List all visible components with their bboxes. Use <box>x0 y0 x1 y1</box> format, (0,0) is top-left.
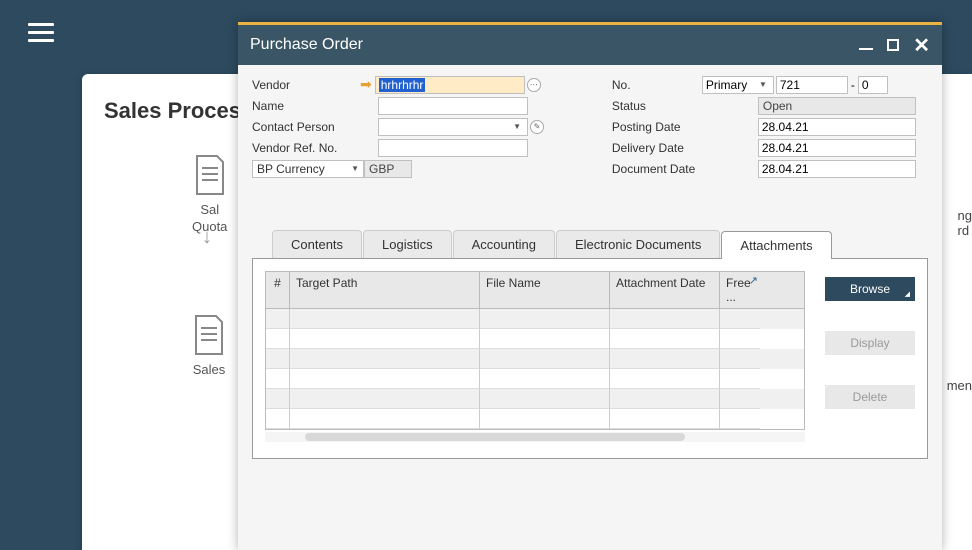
col-free-text[interactable]: Free ...↗ <box>720 272 760 308</box>
hamburger-menu[interactable] <box>28 18 54 47</box>
currency-type-select[interactable]: BP Currency <box>252 160 364 178</box>
page-title: Sales Process <box>104 98 253 124</box>
attachments-table[interactable]: # Target Path File Name Attachment Date … <box>265 271 805 430</box>
table-row[interactable] <box>266 349 804 369</box>
expand-icon[interactable]: ↗ <box>749 274 758 287</box>
lookup-icon[interactable]: ⋯ <box>527 78 541 92</box>
col-attachment-date[interactable]: Attachment Date <box>610 272 720 308</box>
tab-logistics[interactable]: Logistics <box>363 230 452 258</box>
close-button[interactable]: ✕ <box>913 33 930 58</box>
tab-attachments[interactable]: Attachments <box>721 231 831 259</box>
currency-value: GBP <box>364 160 412 178</box>
tab-contents[interactable]: Contents <box>272 230 362 258</box>
document-date-input[interactable] <box>758 160 916 178</box>
table-row[interactable] <box>266 389 804 409</box>
vendor-ref-input[interactable] <box>378 139 528 157</box>
attachments-panel: # Target Path File Name Attachment Date … <box>252 259 928 459</box>
table-row[interactable] <box>266 329 804 349</box>
display-button: Display <box>825 331 915 355</box>
purchase-order-window: Purchase Order ✕ Vendor ➡ hrhrhrhr ⋯ Nam… <box>238 22 942 550</box>
tab-accounting[interactable]: Accounting <box>453 230 555 258</box>
document-icon <box>193 154 227 196</box>
no-label: No. <box>612 78 702 92</box>
posting-date-label: Posting Date <box>612 120 758 134</box>
table-row[interactable] <box>266 369 804 389</box>
delivery-date-input[interactable] <box>758 139 916 157</box>
delivery-date-label: Delivery Date <box>612 141 758 155</box>
no-input[interactable] <box>776 76 848 94</box>
contact-label: Contact Person <box>252 120 360 134</box>
edit-icon[interactable]: ✎ <box>530 120 544 134</box>
form-area: Vendor ➡ hrhrhrhr ⋯ Name Contact Person … <box>238 65 942 190</box>
sales-quotation-tile[interactable]: SalQuota <box>192 154 227 236</box>
no-suffix-input[interactable] <box>858 76 888 94</box>
status-value: Open <box>758 97 916 115</box>
name-input[interactable] <box>378 97 528 115</box>
horizontal-scrollbar[interactable] <box>265 432 805 442</box>
vendor-ref-label: Vendor Ref. No. <box>252 141 360 155</box>
vendor-label: Vendor <box>252 78 360 92</box>
window-title: Purchase Order <box>250 36 859 54</box>
partial-text: men <box>947 378 972 393</box>
browse-button[interactable]: Browse <box>825 277 915 301</box>
table-row[interactable] <box>266 409 804 429</box>
col-file-name[interactable]: File Name <box>480 272 610 308</box>
no-type-select[interactable]: Primary▼ <box>702 76 774 94</box>
contact-select[interactable]: ▼ <box>378 118 528 136</box>
sales-tile[interactable]: Sales <box>192 314 226 379</box>
table-header: # Target Path File Name Attachment Date … <box>266 272 804 309</box>
col-target-path[interactable]: Target Path <box>290 272 480 308</box>
name-label: Name <box>252 99 360 113</box>
flow-arrow-icon: ↓ <box>202 226 212 249</box>
document-icon <box>192 314 226 356</box>
delete-button: Delete <box>825 385 915 409</box>
partial-text: ngrd <box>958 208 972 238</box>
tile-label: Sales <box>192 362 226 379</box>
link-arrow-icon[interactable]: ➡ <box>360 76 372 93</box>
posting-date-input[interactable] <box>758 118 916 136</box>
minimize-button[interactable] <box>859 40 873 50</box>
tabstrip: Contents Logistics Accounting Electronic… <box>252 230 928 259</box>
document-date-label: Document Date <box>612 162 758 176</box>
vendor-input[interactable]: hrhrhrhr <box>375 76 525 94</box>
col-number[interactable]: # <box>266 272 290 308</box>
window-titlebar[interactable]: Purchase Order ✕ <box>238 25 942 65</box>
status-label: Status <box>612 99 758 113</box>
tab-electronic-documents[interactable]: Electronic Documents <box>556 230 720 258</box>
table-row[interactable] <box>266 309 804 329</box>
maximize-button[interactable] <box>887 39 899 51</box>
